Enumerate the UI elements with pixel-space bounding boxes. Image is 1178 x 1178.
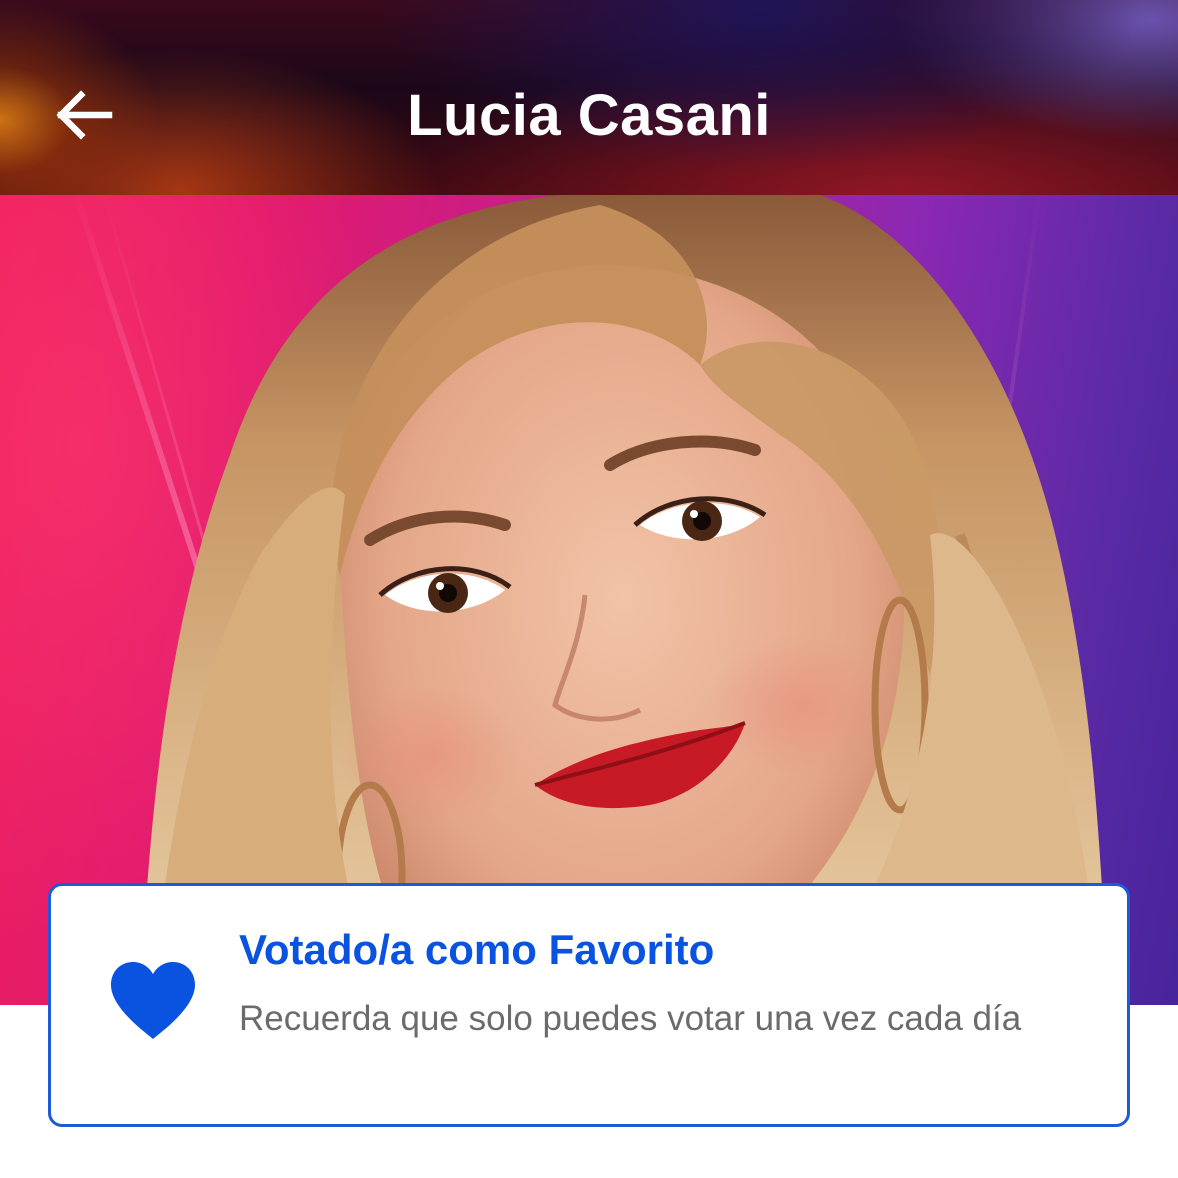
screen: Lucia Casani Votado/a como Favorito Recu… (0, 0, 1178, 1178)
vote-status-title: Votado/a como Favorito (239, 926, 715, 973)
vote-status-message: Recuerda que solo puedes votar una vez c… (239, 999, 1022, 1038)
heart-icon (111, 962, 195, 1039)
app-header: Lucia Casani (0, 0, 1178, 195)
page-title: Lucia Casani (407, 83, 771, 148)
vote-status-card: Votado/a como Favorito Recuerda que solo… (48, 883, 1130, 1127)
